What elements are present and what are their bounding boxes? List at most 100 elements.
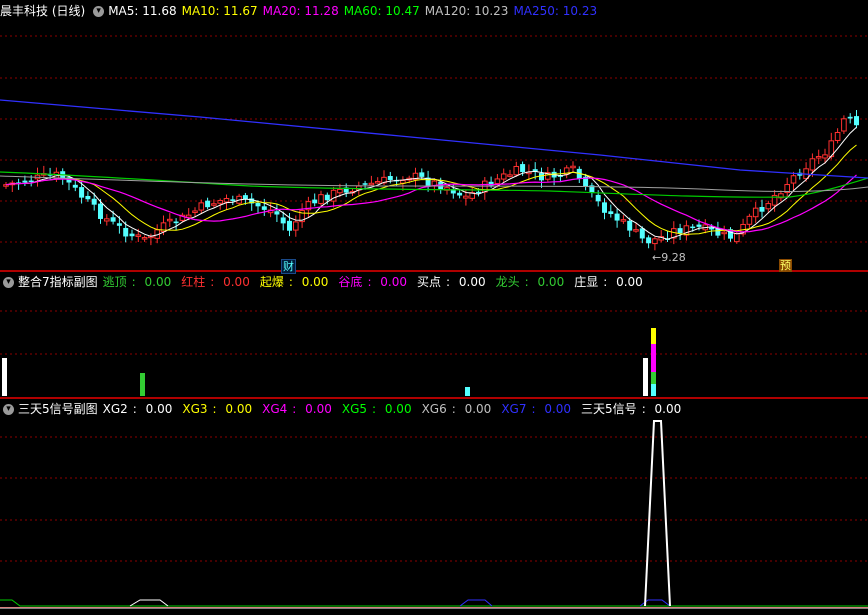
candle-body — [287, 220, 292, 231]
sub1-item: 庄显: 0.00 — [574, 275, 643, 289]
indicator-bar — [2, 358, 7, 396]
candle-body — [721, 231, 728, 235]
candle-body — [854, 116, 859, 126]
candle-body — [841, 118, 847, 132]
low-price-value: 9.28 — [661, 251, 686, 264]
candle-body — [734, 233, 740, 243]
sub1-header: ▾ 整合7指标副图 逃顶: 0.00 红柱: 0.00 起爆: 0.00 谷底:… — [0, 273, 653, 291]
candle-body — [368, 182, 375, 186]
candle-body — [110, 217, 116, 222]
indicator-bar — [465, 387, 470, 396]
xg7-line — [459, 599, 493, 607]
candle-body — [167, 218, 173, 222]
price-chart[interactable] — [0, 0, 868, 615]
candle-body — [205, 200, 211, 208]
candle-body — [79, 187, 85, 198]
candle-body — [809, 158, 816, 171]
sub2-item: XG5: 0.00 — [341, 402, 412, 416]
indicator-bar — [651, 384, 656, 396]
sub1-item: 谷底: 0.00 — [338, 275, 408, 289]
ma20-line — [5, 174, 857, 233]
candle-body — [198, 202, 205, 211]
candle-body — [677, 228, 683, 234]
financial-report-badge[interactable]: 财 — [281, 259, 296, 274]
ma5-label: MA5: 11.68 — [108, 4, 177, 18]
ma20-label: MA20: 11.28 — [262, 4, 339, 18]
candle-body — [652, 238, 658, 245]
indicator-bar — [643, 358, 648, 396]
ma120-label: MA120: 10.23 — [424, 4, 509, 18]
xg2-line — [129, 599, 169, 607]
sub2-item: XG4: 0.00 — [262, 402, 332, 416]
candle-body — [494, 178, 501, 185]
indicator-bar — [651, 344, 656, 372]
candle-body — [790, 175, 797, 184]
candle-body — [223, 197, 230, 203]
candle-body — [324, 194, 330, 201]
candle-body — [815, 156, 822, 159]
candle-body — [22, 180, 28, 183]
main-chart-header: 晨丰科技 (日线) ▾ MA5: 11.68 MA10: 11.67 MA20:… — [0, 2, 602, 20]
candle-body — [614, 213, 620, 221]
candle-body — [312, 199, 318, 204]
candle-body — [639, 228, 645, 239]
candle-body — [293, 221, 299, 231]
candle-body — [230, 199, 236, 201]
ma250-label: MA250: 10.23 — [513, 4, 598, 18]
candle-body — [374, 181, 381, 184]
candle-body — [602, 202, 607, 213]
candle-body — [627, 220, 633, 231]
sub1-item: 龙头: 0.00 — [495, 275, 565, 289]
xg5-line — [0, 599, 868, 607]
candle-body — [337, 188, 343, 194]
sub1-item: 买点: 0.00 — [417, 275, 486, 289]
candle-body — [595, 194, 601, 202]
chevron-down-icon[interactable]: ▾ — [93, 5, 105, 17]
candle-body — [116, 223, 122, 226]
candle-body — [141, 237, 148, 240]
candle-body — [765, 203, 772, 210]
sub2-item: XG2: 0.00 — [102, 402, 173, 416]
indicator-bar — [651, 372, 656, 384]
candle-body — [72, 184, 78, 188]
candle-body — [274, 211, 280, 215]
ma250-line — [0, 99, 868, 179]
sub2-header: ▾ 三天5信号副图 XG2: 0.00 XG3: 0.00 XG4: 0.00 … — [0, 400, 691, 418]
sub2-item: XG7: 0.00 — [501, 402, 572, 416]
sub1-item: 起爆: 0.00 — [259, 275, 329, 289]
candle-body — [834, 131, 841, 141]
candle-body — [847, 116, 853, 119]
candle-body — [752, 207, 759, 218]
candle-body — [135, 234, 142, 237]
candle-body — [513, 165, 520, 176]
candle-body — [633, 229, 639, 232]
ma10-label: MA10: 11.67 — [181, 4, 258, 18]
candle-body — [255, 203, 261, 207]
chevron-down-icon[interactable]: ▾ — [3, 403, 14, 415]
sub1-title: 整合7指标副图 — [18, 275, 98, 289]
candle-body — [646, 237, 652, 244]
candle-body — [822, 154, 828, 159]
candle-body — [185, 214, 192, 218]
sub2-item: XG3: 0.00 — [182, 402, 253, 416]
candle-body — [362, 183, 368, 185]
candle-body — [242, 195, 248, 200]
candle-body — [211, 203, 217, 206]
candle-body — [570, 165, 576, 169]
candle-body — [104, 218, 110, 222]
candle-body — [608, 211, 614, 215]
candle-body — [123, 227, 129, 237]
candle-body — [173, 221, 179, 224]
sub1-item: 红柱: 0.00 — [181, 275, 250, 289]
forecast-badge[interactable]: 预 — [779, 259, 792, 272]
candle-body — [696, 224, 702, 227]
sub2-title: 三天5信号副图 — [18, 402, 98, 416]
low-price-annotation: ←9.28 — [652, 251, 686, 264]
chevron-down-icon[interactable]: ▾ — [3, 276, 14, 288]
candle-body — [419, 172, 425, 177]
candle-body — [280, 217, 286, 224]
candle-body — [387, 176, 393, 180]
candle-body — [690, 226, 696, 229]
candle-body — [463, 195, 469, 199]
candle-body — [28, 180, 34, 183]
